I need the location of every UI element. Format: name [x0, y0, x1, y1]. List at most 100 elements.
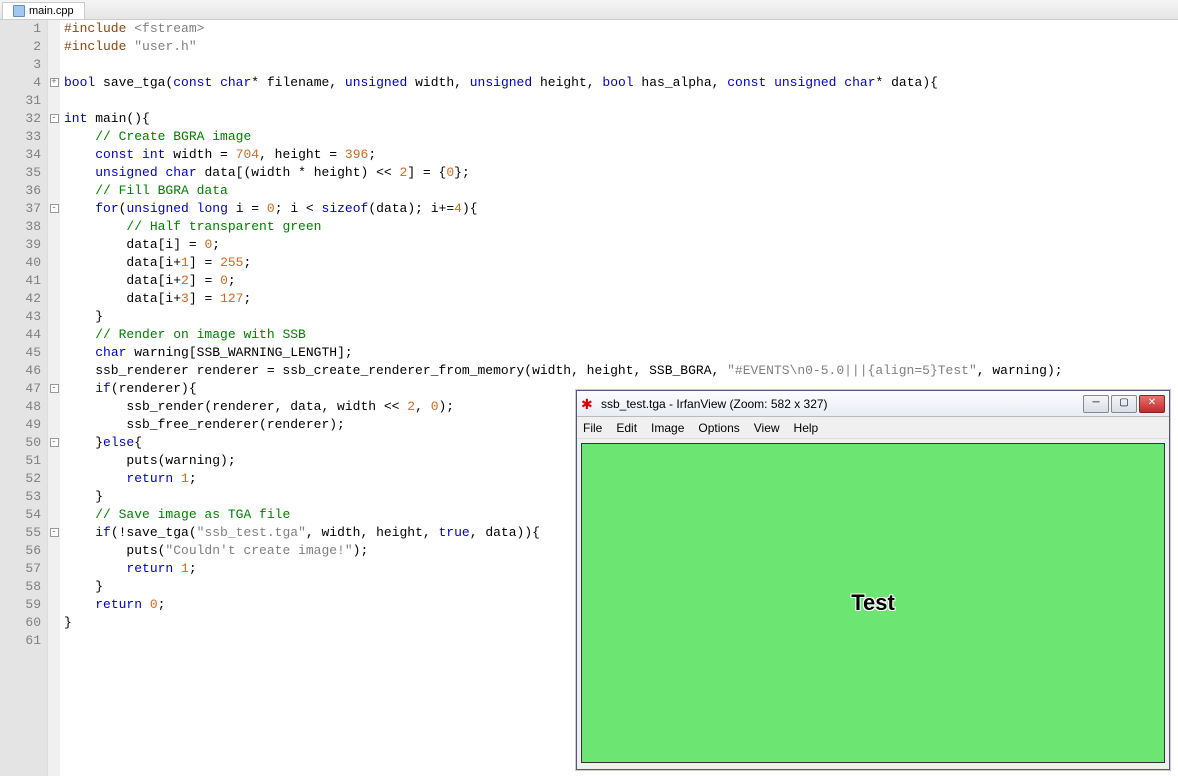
- fold-marker: [48, 218, 60, 236]
- fold-marker: [48, 308, 60, 326]
- line-number: 60: [0, 614, 41, 632]
- line-number: 3: [0, 56, 41, 74]
- irfanview-menu-bar: File Edit Image Options View Help: [577, 417, 1169, 439]
- line-number: 57: [0, 560, 41, 578]
- fold-marker: [48, 452, 60, 470]
- fold-marker[interactable]: -: [48, 200, 60, 218]
- code-line[interactable]: unsigned char data[(width * height) << 2…: [64, 164, 1178, 182]
- code-line[interactable]: for(unsigned long i = 0; i < sizeof(data…: [64, 200, 1178, 218]
- line-number: 4: [0, 74, 41, 92]
- line-number: 2: [0, 38, 41, 56]
- code-line[interactable]: [64, 92, 1178, 110]
- maximize-button[interactable]: ▢: [1111, 395, 1137, 413]
- line-number: 35: [0, 164, 41, 182]
- line-number: 50: [0, 434, 41, 452]
- irfanview-window[interactable]: ✱ ssb_test.tga - IrfanView (Zoom: 582 x …: [576, 390, 1170, 770]
- line-number: 42: [0, 290, 41, 308]
- fold-marker[interactable]: -: [48, 524, 60, 542]
- line-number: 53: [0, 488, 41, 506]
- code-line[interactable]: int main(){: [64, 110, 1178, 128]
- line-number: 49: [0, 416, 41, 434]
- code-line[interactable]: // Create BGRA image: [64, 128, 1178, 146]
- fold-marker[interactable]: -: [48, 380, 60, 398]
- fold-marker: [48, 560, 60, 578]
- line-number: 36: [0, 182, 41, 200]
- code-line[interactable]: data[i+3] = 127;: [64, 290, 1178, 308]
- line-number: 1: [0, 20, 41, 38]
- fold-marker: [48, 542, 60, 560]
- code-line[interactable]: // Fill BGRA data: [64, 182, 1178, 200]
- line-number: 51: [0, 452, 41, 470]
- code-line[interactable]: data[i] = 0;: [64, 236, 1178, 254]
- menu-item-edit[interactable]: Edit: [616, 421, 637, 435]
- line-number: 55: [0, 524, 41, 542]
- fold-marker: [48, 416, 60, 434]
- fold-marker[interactable]: -: [48, 110, 60, 128]
- fold-marker[interactable]: -: [48, 434, 60, 452]
- line-number: 56: [0, 542, 41, 560]
- code-line[interactable]: data[i+1] = 255;: [64, 254, 1178, 272]
- code-line[interactable]: #include "user.h": [64, 38, 1178, 56]
- fold-marker: [48, 398, 60, 416]
- line-number: 33: [0, 128, 41, 146]
- line-number: 52: [0, 470, 41, 488]
- line-number: 37: [0, 200, 41, 218]
- line-number: 43: [0, 308, 41, 326]
- line-number: 59: [0, 596, 41, 614]
- fold-marker: [48, 20, 60, 38]
- tab-main-cpp[interactable]: main.cpp: [2, 2, 85, 19]
- fold-marker[interactable]: +: [48, 74, 60, 92]
- line-number: 58: [0, 578, 41, 596]
- fold-marker: [48, 236, 60, 254]
- code-line[interactable]: #include <fstream>: [64, 20, 1178, 38]
- fold-marker: [48, 470, 60, 488]
- fold-marker: [48, 344, 60, 362]
- line-number: 41: [0, 272, 41, 290]
- line-number: 54: [0, 506, 41, 524]
- line-number: 39: [0, 236, 41, 254]
- minimize-button[interactable]: ─: [1083, 395, 1109, 413]
- fold-marker: [48, 488, 60, 506]
- fold-marker: [48, 362, 60, 380]
- menu-item-options[interactable]: Options: [698, 421, 739, 435]
- fold-column[interactable]: + - - - - -: [48, 20, 60, 776]
- close-button[interactable]: ✕: [1139, 395, 1165, 413]
- code-line[interactable]: }: [64, 308, 1178, 326]
- tab-label: main.cpp: [29, 5, 74, 17]
- fold-marker: [48, 254, 60, 272]
- code-line[interactable]: [64, 56, 1178, 74]
- line-number: 46: [0, 362, 41, 380]
- menu-item-view[interactable]: View: [754, 421, 780, 435]
- code-line[interactable]: bool save_tga(const char* filename, unsi…: [64, 74, 1178, 92]
- menu-item-image[interactable]: Image: [651, 421, 684, 435]
- fold-marker: [48, 596, 60, 614]
- irfanview-canvas[interactable]: Test: [581, 443, 1165, 763]
- fold-marker: [48, 182, 60, 200]
- fold-marker: [48, 38, 60, 56]
- fold-marker: [48, 326, 60, 344]
- fold-marker: [48, 290, 60, 308]
- code-line[interactable]: char warning[SSB_WARNING_LENGTH];: [64, 344, 1178, 362]
- fold-marker: [48, 272, 60, 290]
- code-line[interactable]: const int width = 704, height = 396;: [64, 146, 1178, 164]
- menu-item-file[interactable]: File: [583, 421, 602, 435]
- code-line[interactable]: ssb_renderer renderer = ssb_create_rende…: [64, 362, 1178, 380]
- line-number: 44: [0, 326, 41, 344]
- menu-item-help[interactable]: Help: [794, 421, 819, 435]
- fold-marker: [48, 632, 60, 650]
- line-number: 47: [0, 380, 41, 398]
- line-number: 38: [0, 218, 41, 236]
- editor-tab-bar: main.cpp: [0, 0, 1178, 20]
- fold-marker: [48, 56, 60, 74]
- irfanview-titlebar[interactable]: ✱ ssb_test.tga - IrfanView (Zoom: 582 x …: [577, 391, 1169, 417]
- line-number-gutter: 1234313233343536373839404142434445464748…: [0, 20, 48, 776]
- line-number: 45: [0, 344, 41, 362]
- fold-marker: [48, 506, 60, 524]
- code-line[interactable]: data[i+2] = 0;: [64, 272, 1178, 290]
- line-number: 32: [0, 110, 41, 128]
- line-number: 34: [0, 146, 41, 164]
- code-line[interactable]: // Render on image with SSB: [64, 326, 1178, 344]
- window-buttons: ─ ▢ ✕: [1081, 395, 1165, 413]
- line-number: 61: [0, 632, 41, 650]
- code-line[interactable]: // Half transparent green: [64, 218, 1178, 236]
